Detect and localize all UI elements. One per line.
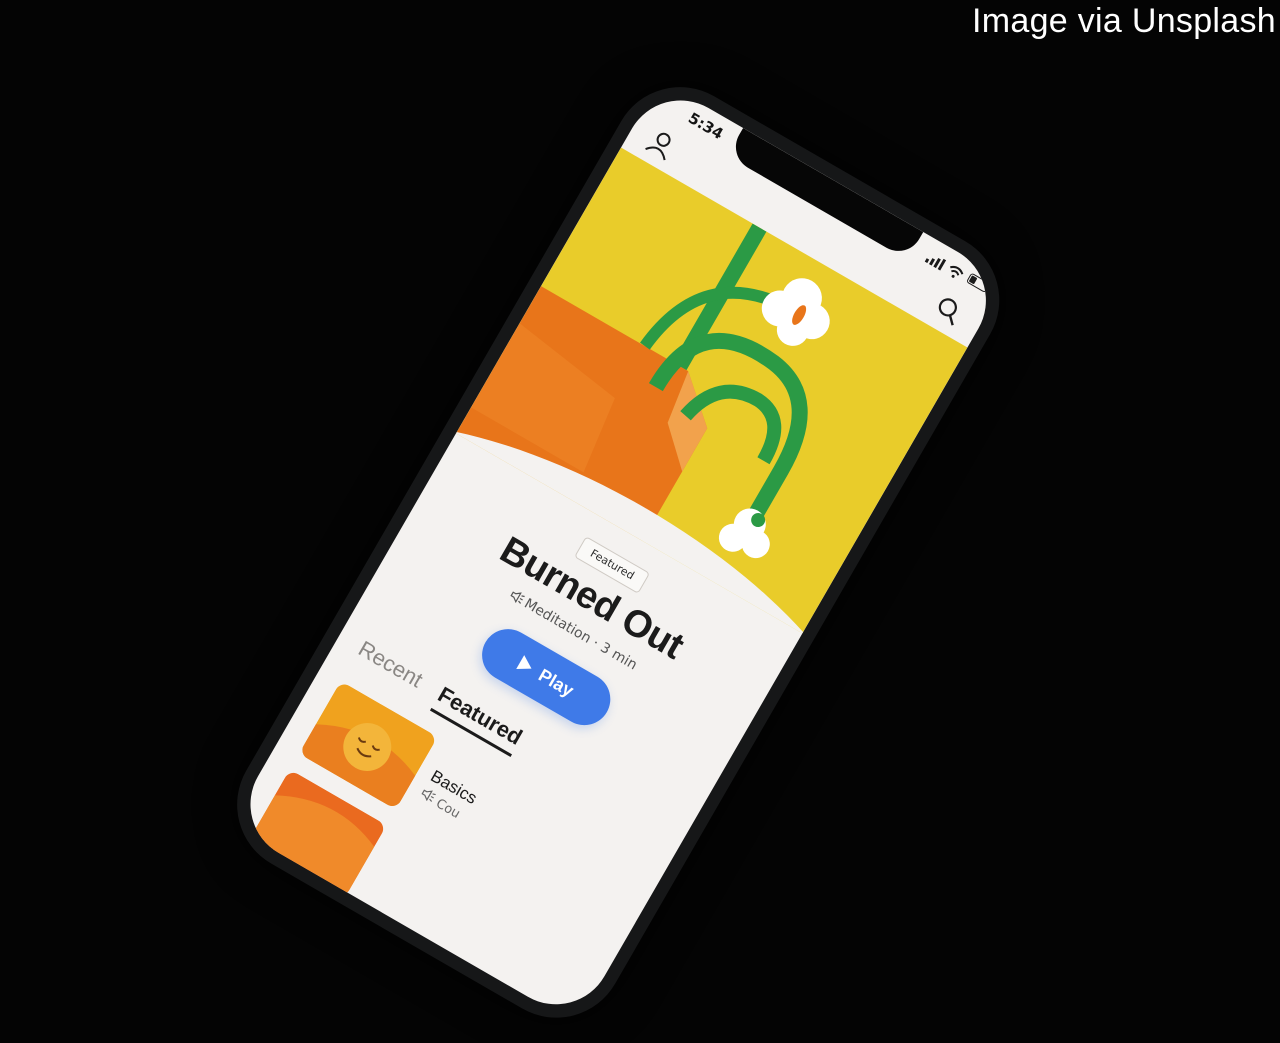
wifi-icon (947, 261, 967, 279)
phone: 5:34 Featured Burned Out Meditation · 3 … (212, 62, 1025, 1043)
flower-top (761, 278, 830, 346)
image-credit: Image via Unsplash (972, 2, 1276, 40)
status-time: 5:34 (685, 108, 727, 144)
signal-icon (924, 249, 948, 271)
play-icon (516, 655, 536, 676)
flower-right (718, 508, 770, 559)
play-label: Play (535, 664, 578, 701)
person-icon[interactable] (641, 124, 682, 165)
speaker-icon (508, 588, 526, 605)
search-icon[interactable] (928, 290, 969, 331)
app-screen: 5:34 Featured Burned Out Meditation · 3 … (230, 80, 1007, 1025)
tab-recent[interactable]: Recent (350, 636, 427, 699)
